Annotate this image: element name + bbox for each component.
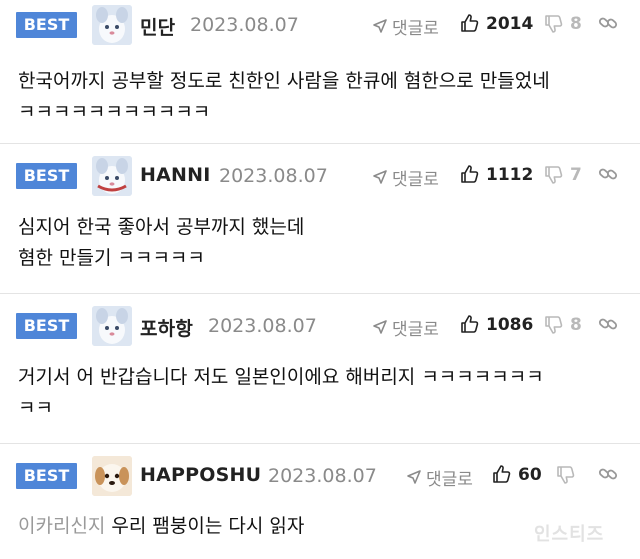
avatar[interactable]: [92, 456, 132, 496]
comment-text: 한국어까지 공부할 정도로 친한인 사람을 한큐에 혐한으로 만들었네 ㅋㅋㅋㅋ…: [18, 70, 550, 123]
dislike-button[interactable]: 8: [545, 14, 582, 34]
link-button[interactable]: [598, 464, 618, 488]
best-badge: BEST: [16, 12, 77, 38]
like-count: 1086: [486, 315, 534, 335]
comment: BEST 포하항 2023.08.07 댓글로 1086 8 거기서 어 반갑습…: [0, 294, 640, 444]
dislike-count: 8: [570, 315, 582, 335]
like-count: 1112: [486, 165, 534, 185]
thumbs-down-icon: [545, 166, 563, 184]
link-button[interactable]: [598, 314, 618, 338]
comment-header: BEST 민단 2023.08.07 댓글로 2014 8: [0, 0, 640, 50]
watermark: 인스티즈: [534, 524, 605, 545]
comment-header: BEST 포하항 2023.08.07 댓글로 1086 8: [0, 294, 640, 346]
best-badge: BEST: [16, 463, 77, 489]
share-arrow-icon: [373, 19, 387, 33]
like-button[interactable]: 60: [493, 465, 542, 485]
reply-button[interactable]: 댓글로: [407, 465, 473, 490]
like-button[interactable]: 1086: [461, 315, 534, 335]
thumbs-up-icon: [461, 165, 479, 183]
nickname[interactable]: HANNI: [140, 164, 210, 186]
best-badge: BEST: [16, 313, 77, 339]
thumbs-up-icon: [493, 465, 511, 483]
comment-header: BEST HANNI 2023.08.07 댓글로 1112 7: [0, 144, 640, 196]
reply-label: 댓글로: [392, 170, 439, 190]
best-badge: BEST: [16, 163, 77, 189]
like-count: 60: [518, 465, 542, 485]
like-button[interactable]: 2014: [461, 14, 534, 34]
share-arrow-icon: [407, 470, 421, 484]
comment-text-body: 우리 팸붕이는 다시 읽자: [111, 515, 305, 537]
dislike-button[interactable]: 7: [545, 165, 582, 185]
reply-button[interactable]: 댓글로: [373, 315, 439, 340]
avatar[interactable]: [92, 156, 132, 196]
reply-label: 댓글로: [392, 320, 439, 340]
like-button[interactable]: 1112: [461, 165, 534, 185]
nickname[interactable]: HAPPOSHU: [140, 464, 261, 486]
link-button[interactable]: [598, 164, 618, 188]
comment-text: 거기서 어 반갑습니다 저도 일본인이에요 해버리지 ㅋㅋㅋㅋㅋㅋㅋ ㅋㅋ: [18, 366, 544, 419]
nickname[interactable]: 민단: [140, 13, 175, 40]
thumbs-up-icon: [461, 315, 479, 333]
link-button[interactable]: [598, 13, 618, 37]
thumbs-up-icon: [461, 14, 479, 32]
reply-button[interactable]: 댓글로: [373, 14, 439, 39]
avatar[interactable]: [92, 306, 132, 346]
comment-header: BEST HAPPOSHU 2023.08.07 댓글로 60: [0, 444, 640, 496]
nickname[interactable]: 포하항: [140, 314, 193, 341]
comment: BEST 민단 2023.08.07 댓글로 2014 8 한국어까지 공부할 …: [0, 0, 640, 144]
thumbs-down-icon: [545, 15, 563, 33]
comment-text: 이카리신지 우리 팸붕이는 다시 읽자: [18, 511, 304, 542]
thumbs-down-icon: [545, 316, 563, 334]
like-count: 2014: [486, 14, 534, 34]
link-icon: [598, 468, 618, 480]
share-arrow-icon: [373, 170, 387, 184]
reply-button[interactable]: 댓글로: [373, 165, 439, 190]
reply-label: 댓글로: [426, 470, 473, 490]
comment-date: 2023.08.07: [268, 465, 377, 487]
comment-date: 2023.08.07: [219, 165, 328, 187]
link-icon: [598, 318, 618, 330]
dislike-count: 7: [570, 165, 582, 185]
share-arrow-icon: [373, 320, 387, 334]
reply-label: 댓글로: [392, 19, 439, 39]
dislike-button[interactable]: 8: [545, 315, 582, 335]
dislike-count: 8: [570, 14, 582, 34]
reply-target[interactable]: 이카리신지: [18, 515, 105, 537]
thumbs-down-icon: [557, 466, 575, 484]
comment: BEST HANNI 2023.08.07 댓글로 1112 7 심지어 한국 …: [0, 144, 640, 294]
comment-text: 심지어 한국 좋아서 공부까지 했는데 혐한 만들기 ㅋㅋㅋㅋㅋ: [18, 216, 305, 269]
comment-date: 2023.08.07: [190, 14, 299, 36]
comment-date: 2023.08.07: [208, 315, 317, 337]
avatar[interactable]: [92, 5, 132, 45]
link-icon: [598, 17, 618, 29]
link-icon: [598, 168, 618, 180]
